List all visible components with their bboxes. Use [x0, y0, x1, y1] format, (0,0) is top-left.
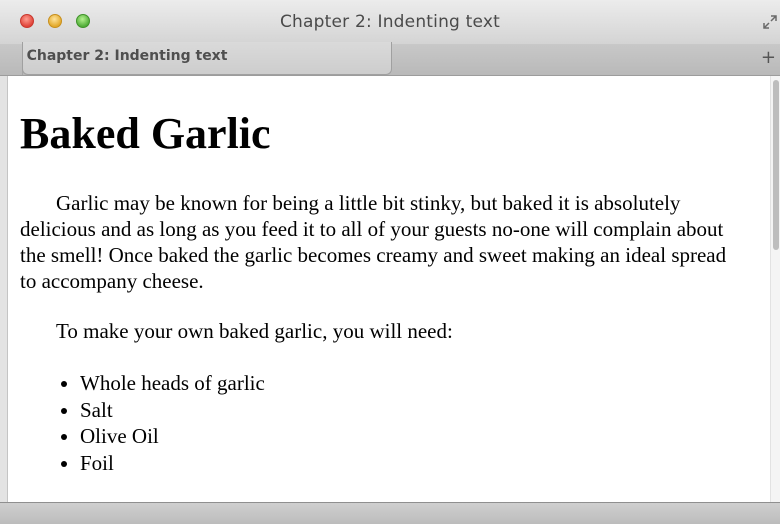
window-frame-left: [0, 76, 8, 502]
page-title: Baked Garlic: [20, 109, 271, 158]
list-item: Foil: [80, 450, 742, 477]
list-item: Olive Oil: [80, 423, 742, 450]
scrollbar-thumb[interactable]: [773, 80, 779, 250]
tab-chapter-2[interactable]: Chapter 2: Indenting text: [22, 42, 392, 75]
browser-window: Chapter 2: Indenting text Chapter 2: Ind…: [0, 0, 780, 524]
page-content: Baked Garlic Garlic may be known for bei…: [8, 76, 770, 502]
list-item: Whole heads of garlic: [80, 370, 742, 397]
window-title: Chapter 2: Indenting text: [279, 12, 501, 32]
fullscreen-icon[interactable]: [762, 14, 778, 30]
vertical-scrollbar[interactable]: [770, 76, 780, 502]
ingredients-list: Whole heads of garlic Salt Olive Oil Foi…: [20, 370, 742, 476]
tab-label: Chapter 2: Indenting text: [26, 48, 228, 64]
title-bar[interactable]: Chapter 2: Indenting text: [0, 0, 780, 44]
intro-paragraph: Garlic may be known for being a little b…: [20, 191, 727, 293]
ingredients-intro-paragraph: To make your own baked garlic, you will …: [56, 319, 453, 343]
tab-bar: Chapter 2: Indenting text +: [0, 42, 780, 76]
article: Baked Garlic Garlic may be known for bei…: [8, 76, 742, 476]
status-bar: [0, 502, 780, 524]
new-tab-button[interactable]: +: [761, 48, 776, 68]
list-item: Salt: [80, 397, 742, 424]
